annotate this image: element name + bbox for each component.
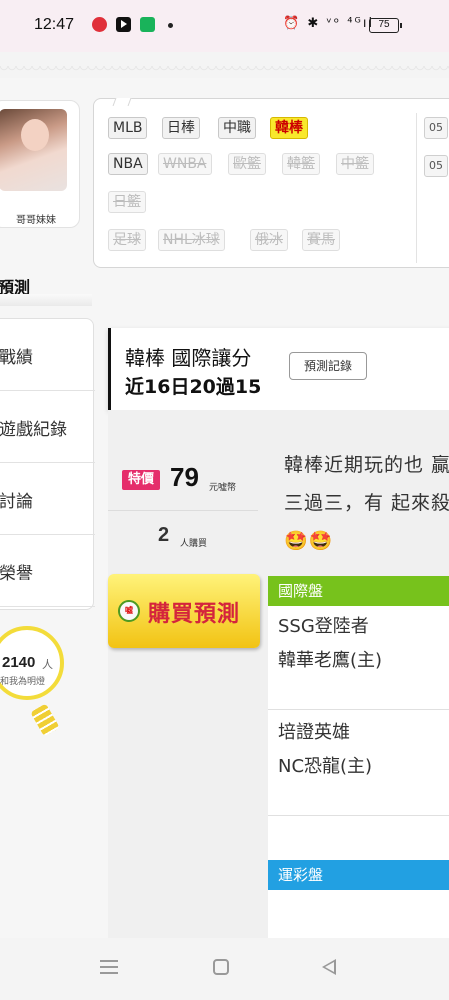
weibo-icon <box>92 17 107 32</box>
filter-tag-cpbl[interactable]: 中職 <box>218 117 256 139</box>
prediction-content: 特價 79 元噓幣 2 人購買 噓 購買預測 韓棒近期玩的也 贏，三過三，有 起… <box>108 410 449 940</box>
prediction-comment: 韓棒近期玩的也 贏，三過三，有 起來殺豬🤩🤩 <box>284 454 449 552</box>
filter-tag-kbo[interactable]: 韓棒 <box>270 117 308 139</box>
sidebar-item-label: 遊戲紀錄 <box>0 420 67 440</box>
lottery-market-header: 運彩盤 <box>268 860 449 890</box>
decorative-strip <box>0 52 449 78</box>
status-bar: 12:47 ⏰ ✱ ᵛᵒ ⁴ᴳıl 75 <box>0 0 449 52</box>
recent-apps-icon[interactable] <box>100 960 118 974</box>
team-home: 韓華老鷹(主) <box>278 650 383 671</box>
youtube-icon <box>116 17 131 32</box>
international-market-header: 國際盤 <box>268 576 449 606</box>
price-unit: 元噓幣 <box>209 483 237 493</box>
prediction-header: 韓棒 國際讓分 近16日20過15 預測記錄 <box>108 328 449 410</box>
date-tag[interactable]: 05 <box>424 155 448 177</box>
tab-indicator <box>0 294 92 306</box>
filter-tag-khl[interactable]: 俄冰 <box>250 229 288 251</box>
bulb-base-icon <box>30 703 60 737</box>
sidebar-item-honor[interactable]: 榮譽 <box>0 535 95 607</box>
sidebar-item-game-log[interactable]: 遊戲紀錄 <box>0 391 95 463</box>
filter-divider <box>416 113 417 263</box>
status-time: 12:47 <box>34 16 75 33</box>
buy-prediction-button[interactable]: 噓 購買預測 <box>108 574 260 648</box>
team-away: SSG登陸者 <box>278 616 369 637</box>
green-app-icon <box>140 17 155 32</box>
profile-name: 哥哥妹妹 <box>16 215 56 226</box>
price-box: 特價 79 元噓幣 2 人購買 <box>108 446 268 576</box>
prediction-title: 韓棒 國際讓分 <box>125 346 252 370</box>
sidebar-item-label: 討論 <box>0 492 33 512</box>
status-indicators: ⏰ ✱ ᵛᵒ ⁴ᴳıl <box>283 16 375 31</box>
sidebar-item-label: 榮譽 <box>0 564 33 584</box>
buy-prediction-label: 購買預測 <box>148 602 241 627</box>
battery-icon: 75 <box>369 18 402 33</box>
market-panel: 國際盤 SSG登陸者 韓華老鷹(主) 培證英雄 NC恐龍(主) 運彩盤 <box>268 576 449 940</box>
profile-card[interactable]: 哥哥妹妹 <box>0 100 80 228</box>
team-home: NC恐龍(主) <box>278 756 373 777</box>
filter-tag-korea-basketball[interactable]: 韓籃 <box>282 153 320 175</box>
light-text: 和我為明燈 <box>0 677 46 687</box>
game-row[interactable]: 培證英雄 NC恐龍(主) <box>268 716 449 816</box>
filter-tag-soccer[interactable]: 足球 <box>108 229 146 251</box>
game-row[interactable]: SSG登陸者 韓華老鷹(主) <box>268 610 449 710</box>
filter-tag-nba[interactable]: NBA <box>108 153 148 175</box>
home-icon[interactable] <box>213 959 229 975</box>
sidebar-item-record[interactable]: 戰績 <box>0 319 95 391</box>
prediction-record: 近16日20過15 <box>125 376 262 398</box>
sidebar-menu: 戰績 遊戲紀錄 討論 榮譽 <box>0 318 95 610</box>
system-nav-bar <box>0 938 449 1000</box>
sidebar-item-discussion[interactable]: 討論 <box>0 463 95 535</box>
avatar[interactable] <box>0 109 67 191</box>
sidebar: 哥哥妹妹 預測 戰績 遊戲紀錄 討論 榮譽 2140 人 和我為明燈 <box>0 78 95 938</box>
light-unit: 人 <box>42 658 53 671</box>
sidebar-item-label: 戰績 <box>0 348 33 368</box>
filter-tag-npb[interactable]: 日棒 <box>162 117 200 139</box>
team-away: 培證英雄 <box>278 722 350 743</box>
filter-tag-mlb[interactable]: MLB <box>108 117 148 139</box>
divider <box>108 510 258 511</box>
buyer-count: 2 <box>158 524 170 546</box>
page: 12:47 ⏰ ✱ ᵛᵒ ⁴ᴳıl 75 哥哥妹妹 預測 戰績 遊戲紀錄 討論 <box>0 0 449 1000</box>
light-count: 2140 <box>2 654 36 671</box>
filter-tag-wnba[interactable]: WNBA <box>158 153 212 175</box>
filter-tag-china-basketball[interactable]: 中籃 <box>336 153 374 175</box>
filter-tag-horse-racing[interactable]: 賽馬 <box>302 229 340 251</box>
league-filter-card: MLB 日棒 中職 韓棒 NBA WNBA 歐籃 韓籃 中籃 日籃 足球 NHL… <box>93 98 449 268</box>
special-price-badge: 特價 <box>122 470 160 490</box>
filter-tag-nhl[interactable]: NHL冰球 <box>158 229 225 251</box>
buyer-unit: 人購買 <box>180 539 208 549</box>
light-bulb-widget[interactable]: 2140 人 和我為明燈 <box>0 618 94 748</box>
coin-icon: 噓 <box>118 600 140 622</box>
back-icon[interactable] <box>322 959 336 975</box>
filter-tag-euro-basketball[interactable]: 歐籃 <box>228 153 266 175</box>
date-tag[interactable]: 05 <box>424 117 448 139</box>
lottery-market-body <box>268 890 449 940</box>
notification-dot-icon <box>168 23 173 28</box>
price-value: 79 <box>170 462 199 492</box>
filter-tag-japan-basketball[interactable]: 日籃 <box>108 191 146 213</box>
prediction-record-button[interactable]: 預測記錄 <box>289 352 367 380</box>
